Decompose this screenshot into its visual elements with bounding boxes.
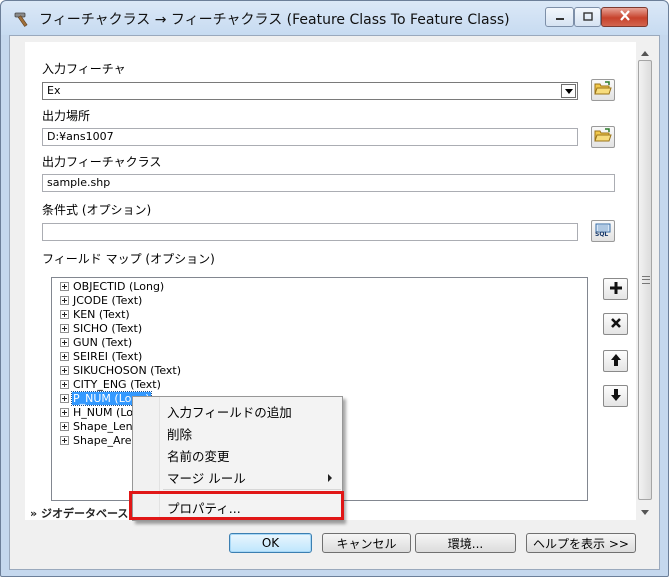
arrow-down-icon [610,388,622,405]
scroll-thumb[interactable] [638,60,652,500]
expand-plus-icon[interactable] [60,324,69,333]
expand-plus-icon[interactable] [60,296,69,305]
expand-plus-icon[interactable] [60,436,69,445]
field-map-item[interactable]: H_NUM (Lon [60,406,141,419]
dropdown-arrow-icon[interactable] [561,84,576,98]
field-map-label: フィールド マップ (オプション) [42,252,215,266]
environments-button[interactable]: 環境... [415,533,516,553]
menu-item-delete[interactable]: 削除 [167,424,192,443]
close-window-button[interactable] [601,7,648,27]
field-map-item-label: KEN (Text) [73,308,130,321]
field-map-item-label: JCODE (Text) [73,294,143,307]
field-map-item-label: CITY_ENG (Text) [73,378,161,391]
expand-plus-icon[interactable] [60,408,69,417]
scroll-up-icon[interactable] [640,46,650,56]
field-map-item[interactable]: KEN (Text) [60,308,131,321]
field-map-item-label: GUN (Text) [73,336,133,349]
title-bar[interactable]: フィーチャクラス → フィーチャクラス (Feature Class To Fe… [1,1,668,35]
scroll-down-icon[interactable] [640,506,650,516]
output-feature-class-value: sample.shp [47,176,111,189]
menu-item-add-input-field[interactable]: 入力フィールドの追加 [167,402,292,421]
expand-plus-icon[interactable] [60,366,69,375]
expand-plus-icon[interactable] [60,422,69,431]
sql-icon: SQL [594,223,612,239]
arrow-up-icon [610,353,622,370]
expand-plus-icon[interactable] [60,338,69,347]
field-map-item-label: H_NUM (Lon [73,406,140,419]
delete-field-button[interactable] [603,313,628,335]
field-map-item[interactable]: Shape_Area [60,434,139,447]
submenu-arrow-icon [328,474,332,482]
field-map-item-label: Shape_Leng [73,420,140,433]
expression-input[interactable] [42,223,578,241]
add-field-button[interactable] [603,278,628,300]
plus-icon [609,281,623,298]
input-features-value: Ex [47,84,61,97]
field-map-item-label: SIKUCHOSON (Text) [73,364,182,377]
field-map-item-label: SEIREI (Text) [73,350,143,363]
expand-plus-icon[interactable] [60,380,69,389]
sql-label: SQL [595,231,609,238]
field-map-item[interactable]: OBJECTID (Long) [60,280,165,293]
field-map-item-label: SICHO (Text) [73,322,143,335]
vertical-scrollbar[interactable] [637,42,653,520]
cancel-button[interactable]: キャンセル [322,533,411,553]
minimize-button[interactable] [545,7,574,27]
output-feature-class-label: 出力フィーチャクラス [42,155,162,169]
browse-input-button[interactable] [591,79,615,101]
maximize-button[interactable] [574,7,601,27]
expand-plus-icon[interactable] [60,394,69,403]
output-location-label: 出力場所 [42,109,91,123]
sql-builder-button[interactable]: SQL [591,220,615,242]
geodatabase-section-toggle[interactable]: » ジオデータベース [30,505,128,521]
field-map-item[interactable]: CITY_ENG (Text) [60,378,162,391]
menu-separator [163,489,341,490]
open-folder-icon [594,128,612,146]
close-icon [619,10,631,24]
move-down-button[interactable] [603,385,628,407]
field-map-item[interactable]: JCODE (Text) [60,294,143,307]
output-location-input[interactable]: D:¥ans1007 [42,128,578,146]
hammer-icon [13,10,31,28]
input-features-label: 入力フィーチャ [42,62,126,76]
dialog-window: フィーチャクラス → フィーチャクラス (Feature Class To Fe… [0,0,669,577]
expand-plus-icon[interactable] [60,282,69,291]
ok-button[interactable]: OK [229,533,312,553]
expand-plus-icon[interactable] [60,310,69,319]
geodatabase-section-label: ジオデータベース [40,507,129,520]
double-chevron-down-icon: » [30,507,38,520]
field-map-item-label: Shape_Area [73,434,139,447]
menu-item-merge-rule[interactable]: マージ ルール [167,468,246,487]
highlight-annotation [129,491,344,520]
show-help-button[interactable]: ヘルプを表示 >> [526,533,636,553]
field-map-item[interactable]: SIKUCHOSON (Text) [60,364,182,377]
field-map-item[interactable]: SICHO (Text) [60,322,143,335]
menu-item-rename[interactable]: 名前の変更 [167,446,230,465]
field-map-item[interactable]: Shape_Leng [60,420,141,433]
minimize-icon [555,10,565,24]
input-features-dropdown[interactable]: Ex [42,82,578,100]
output-location-value: D:¥ans1007 [47,130,114,143]
maximize-icon [582,10,593,24]
open-folder-icon [594,81,612,99]
output-feature-class-input[interactable]: sample.shp [42,174,615,192]
browse-output-button[interactable] [591,126,615,148]
expand-plus-icon[interactable] [60,352,69,361]
field-map-item[interactable]: SEIREI (Text) [60,350,143,363]
delete-x-icon [610,317,622,332]
field-map-item[interactable]: GUN (Text) [60,336,133,349]
expression-label: 条件式 (オプション) [42,203,152,217]
scroll-grip-icon [642,276,650,284]
move-up-button[interactable] [603,350,628,372]
window-title: フィーチャクラス → フィーチャクラス (Feature Class To Fe… [39,12,510,28]
field-map-item-label: OBJECTID (Long) [73,280,165,293]
